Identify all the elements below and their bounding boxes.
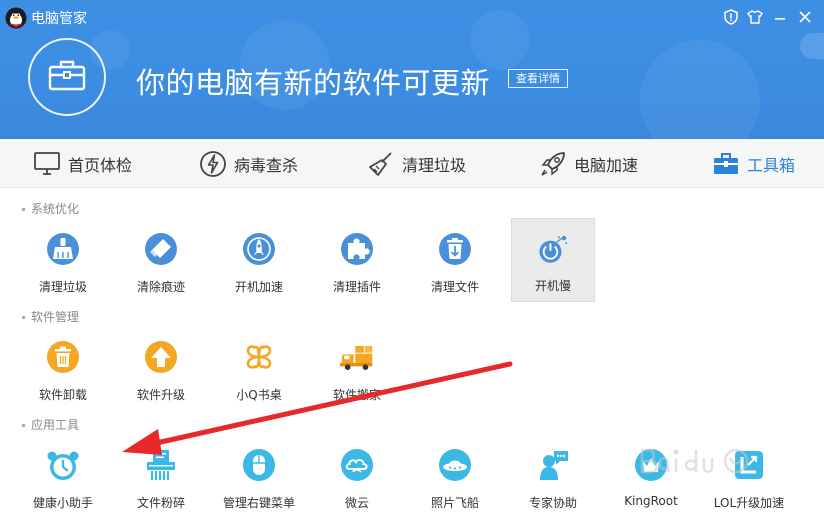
tool-weiyun[interactable]: 微云 bbox=[315, 434, 399, 514]
expert-chat-icon bbox=[536, 448, 570, 482]
rocket-icon bbox=[242, 232, 276, 266]
shield-icon[interactable] bbox=[722, 8, 740, 26]
trash-icon bbox=[46, 340, 80, 374]
side-expand-tab[interactable] bbox=[800, 33, 824, 59]
power-gear-icon bbox=[536, 233, 570, 267]
section-title-app-tools: 应用工具 bbox=[22, 416, 79, 433]
rocket-icon bbox=[539, 150, 567, 178]
tool-clean-plugins[interactable]: 清理插件 bbox=[315, 218, 399, 302]
lol-icon bbox=[732, 448, 766, 482]
tool-boot-speedup[interactable]: 开机加速 bbox=[217, 218, 301, 302]
cloud-icon bbox=[340, 448, 374, 482]
toolbox-icon bbox=[47, 58, 87, 96]
tool-slow-boot[interactable]: 开机慢 bbox=[511, 218, 595, 302]
mouse-icon bbox=[242, 448, 276, 482]
tool-upgrade-software[interactable]: 软件升级 bbox=[119, 326, 203, 410]
puzzle-icon bbox=[340, 232, 374, 266]
tab-clean-junk[interactable]: 清理垃圾 bbox=[367, 139, 466, 188]
view-details-button[interactable]: 查看详情 bbox=[508, 69, 568, 88]
tool-context-menu-manager[interactable]: 管理右键菜单 bbox=[217, 434, 301, 514]
section-title-system-optimization: 系统优化 bbox=[22, 200, 79, 217]
update-notice-text: 你的电脑有新的软件可更新 bbox=[136, 66, 491, 100]
header-banner: 电脑管家 你的电脑有新的软件可更新 查看详情 bbox=[0, 0, 824, 139]
tool-move-software[interactable]: 软件搬家 bbox=[315, 326, 399, 410]
app-title: 电脑管家 bbox=[31, 11, 87, 27]
tool-clear-traces[interactable]: 清除痕迹 bbox=[119, 218, 203, 302]
tab-home-checkup[interactable]: 首页体检 bbox=[33, 139, 132, 188]
alarm-clock-icon bbox=[46, 448, 80, 482]
hero-toolbox-badge bbox=[28, 38, 106, 116]
monitor-icon bbox=[33, 150, 61, 178]
broom-icon bbox=[367, 150, 395, 178]
kingroot-icon bbox=[634, 448, 668, 482]
section-title-software-management: 软件管理 bbox=[22, 308, 79, 325]
tool-uninstall-software[interactable]: 软件卸载 bbox=[21, 326, 105, 410]
eraser-icon bbox=[144, 232, 178, 266]
tool-file-shredder[interactable]: 文件粉碎 bbox=[119, 434, 203, 514]
tab-virus-scan[interactable]: 病毒查杀 bbox=[199, 139, 298, 188]
lightning-icon bbox=[199, 150, 227, 178]
truck-icon bbox=[340, 340, 374, 374]
trash-download-icon bbox=[438, 232, 472, 266]
minimize-icon[interactable] bbox=[771, 8, 789, 26]
arrow-up-icon bbox=[144, 340, 178, 374]
tool-kingroot[interactable]: KingRoot bbox=[609, 434, 693, 514]
tool-q-desktop[interactable]: 小Q书桌 bbox=[217, 326, 301, 410]
tool-clean-junk[interactable]: 清理垃圾 bbox=[21, 218, 105, 302]
tool-health-assistant[interactable]: 健康小助手 bbox=[21, 434, 105, 514]
shirt-icon[interactable] bbox=[746, 8, 764, 26]
toolbox-icon bbox=[712, 150, 740, 178]
tool-expert-assist[interactable]: 专家协助 bbox=[511, 434, 595, 514]
tool-photo-ship[interactable]: 照片飞船 bbox=[413, 434, 497, 514]
clover-icon bbox=[242, 340, 276, 374]
tool-clean-files[interactable]: 清理文件 bbox=[413, 218, 497, 302]
tab-speed-up[interactable]: 电脑加速 bbox=[539, 139, 638, 188]
main-nav: 首页体检 病毒查杀 清理垃圾 电脑加速 工具箱 bbox=[0, 139, 824, 188]
tab-toolbox[interactable]: 工具箱 bbox=[712, 139, 795, 188]
ufo-icon bbox=[438, 448, 472, 482]
title-bar[interactable]: 电脑管家 bbox=[0, 0, 824, 38]
broom-icon bbox=[46, 232, 80, 266]
tool-lol-speedup[interactable]: LOL升级加速 bbox=[707, 434, 791, 514]
shredder-icon bbox=[144, 448, 178, 482]
qq-penguin-logo-icon bbox=[5, 7, 27, 29]
close-icon[interactable] bbox=[796, 8, 814, 26]
